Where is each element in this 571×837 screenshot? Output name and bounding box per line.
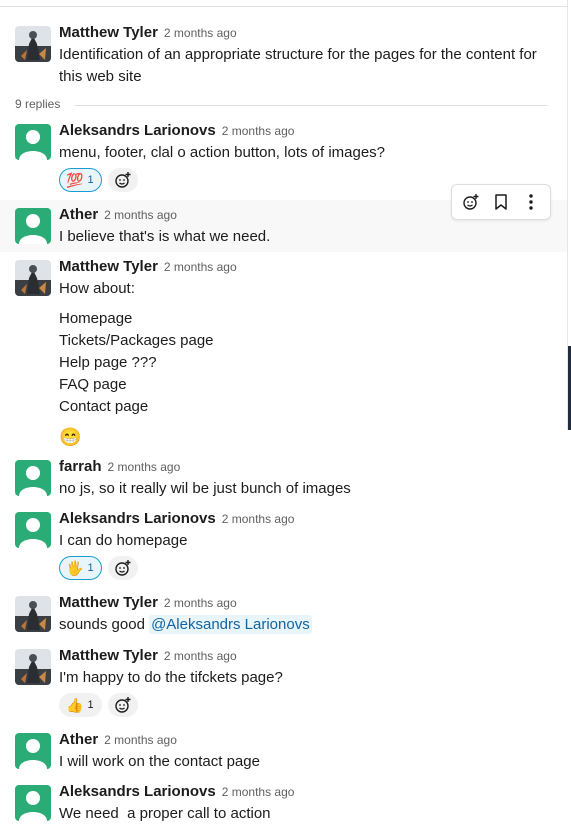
message-0[interactable]: Matthew Tyler 2 months ago Identification…: [0, 20, 567, 90]
timestamp[interactable]: 2 months ago: [164, 596, 237, 610]
reaction-count: 1: [87, 562, 94, 574]
message-text: Identification of an appropriate structu…: [59, 46, 537, 85]
replies-divider: 9 replies: [15, 97, 547, 113]
message-text: We need a proper call to action: [59, 805, 271, 822]
reaction-100[interactable]: 💯 1: [59, 168, 102, 192]
message-body: sounds good: [59, 616, 145, 633]
avatar-matthew-tyler[interactable]: [15, 26, 51, 62]
grin-emoji: 😁: [59, 427, 82, 447]
avatar-aleksandrs-larionovs[interactable]: [15, 124, 51, 160]
timestamp[interactable]: 2 months ago: [104, 208, 177, 222]
message-text: I believe that's is what we need.: [59, 228, 271, 245]
author-name[interactable]: Aleksandrs Larionovs: [59, 510, 216, 527]
add-reaction-icon: [114, 172, 131, 188]
author-name[interactable]: Aleksandrs Larionovs: [59, 783, 216, 800]
timestamp[interactable]: 2 months ago: [164, 260, 237, 274]
replies-count: 9 replies: [15, 97, 61, 111]
message-6[interactable]: Matthew Tyler 2 months ago sounds good @A…: [0, 590, 567, 640]
message-text: I will work on the contact page: [59, 753, 260, 770]
divider-line: [75, 105, 547, 106]
reactions-bar: 👍 1: [59, 693, 138, 717]
emoji-thumbs-up: 👍: [66, 697, 84, 713]
timestamp[interactable]: 2 months ago: [222, 512, 295, 526]
message-text: sounds good @Aleksandrs Larionovs: [59, 614, 554, 636]
message-7[interactable]: Matthew Tyler 2 months ago I'm happy to d…: [0, 643, 567, 723]
list-item: Contact page: [59, 398, 149, 415]
message-text: I'm happy to do the tifckets page?: [59, 669, 283, 686]
message-actions-toolbar: [451, 184, 551, 220]
user-mention[interactable]: @Aleksandrs Larionovs: [149, 615, 312, 634]
avatar-ather[interactable]: [15, 208, 51, 244]
add-reaction-icon: [114, 697, 131, 713]
author-name[interactable]: Ather: [59, 731, 98, 748]
list-item: Homepage: [59, 310, 133, 327]
add-reaction-icon: [463, 194, 479, 210]
timestamp[interactable]: 2 months ago: [104, 733, 177, 747]
message-5[interactable]: Aleksandrs Larionovs 2 months ago I can d…: [0, 506, 567, 586]
author-name[interactable]: Matthew Tyler: [59, 647, 158, 664]
message-text: no js, so it really wil be just bunch of…: [59, 480, 351, 497]
list-item: Help page ???: [59, 354, 157, 371]
more-actions-button[interactable]: [517, 188, 545, 216]
timestamp[interactable]: 2 months ago: [108, 460, 181, 474]
reactions-bar: 🖐️ 1: [59, 556, 138, 580]
message-text: How about:: [59, 280, 135, 297]
author-name[interactable]: Matthew Tyler: [59, 258, 158, 275]
top-divider: [0, 6, 567, 7]
timestamp[interactable]: 2 months ago: [164, 649, 237, 663]
reaction-count: 1: [87, 174, 94, 186]
reaction-thumbs-up[interactable]: 👍 1: [59, 693, 102, 717]
avatar-matthew-tyler[interactable]: [15, 260, 51, 296]
save-for-later-button[interactable]: [487, 188, 515, 216]
avatar-aleksandrs-larionovs[interactable]: [15, 512, 51, 548]
emoji-100: 💯: [66, 172, 84, 188]
message-9[interactable]: Aleksandrs Larionovs 2 months ago We need…: [0, 779, 567, 837]
bookmark-icon: [495, 194, 507, 210]
list-item: FAQ page: [59, 376, 127, 393]
author-name[interactable]: Ather: [59, 206, 98, 223]
avatar-matthew-tyler[interactable]: [15, 596, 51, 632]
timestamp[interactable]: 2 months ago: [222, 785, 295, 799]
add-reaction-button[interactable]: [107, 693, 138, 717]
add-reaction-button[interactable]: [457, 188, 485, 216]
message-text: menu, footer, clal o action button, lots…: [59, 144, 386, 161]
more-vertical-icon: [529, 194, 533, 210]
reaction-count: 1: [87, 699, 94, 711]
emoji-raised-hand: 🖐️: [66, 560, 84, 576]
author-name[interactable]: Matthew Tyler: [59, 594, 158, 611]
list-item: Tickets/Packages page: [59, 332, 214, 349]
add-reaction-icon: [114, 560, 131, 576]
timestamp[interactable]: 2 months ago: [164, 26, 237, 40]
avatar-matthew-tyler[interactable]: [15, 649, 51, 685]
reactions-bar: 💯 1: [59, 168, 138, 192]
reaction-raised-hand[interactable]: 🖐️ 1: [59, 556, 102, 580]
author-name[interactable]: Aleksandrs Larionovs: [59, 122, 216, 139]
message-8[interactable]: Ather 2 months ago I will work on the con…: [0, 727, 567, 777]
author-name[interactable]: farrah: [59, 458, 102, 475]
add-reaction-button[interactable]: [107, 556, 138, 580]
message-text: I can do homepage: [59, 532, 188, 549]
avatar-aleksandrs-larionovs[interactable]: [15, 785, 51, 821]
avatar-ather[interactable]: [15, 733, 51, 769]
timestamp[interactable]: 2 months ago: [222, 124, 295, 138]
message-3[interactable]: Matthew Tyler 2 months ago How about: Hom…: [0, 254, 567, 454]
avatar-farrah[interactable]: [15, 460, 51, 496]
message-4[interactable]: farrah 2 months ago no js, so it really w…: [0, 454, 567, 502]
add-reaction-button[interactable]: [107, 168, 138, 192]
author-name[interactable]: Matthew Tyler: [59, 24, 158, 41]
